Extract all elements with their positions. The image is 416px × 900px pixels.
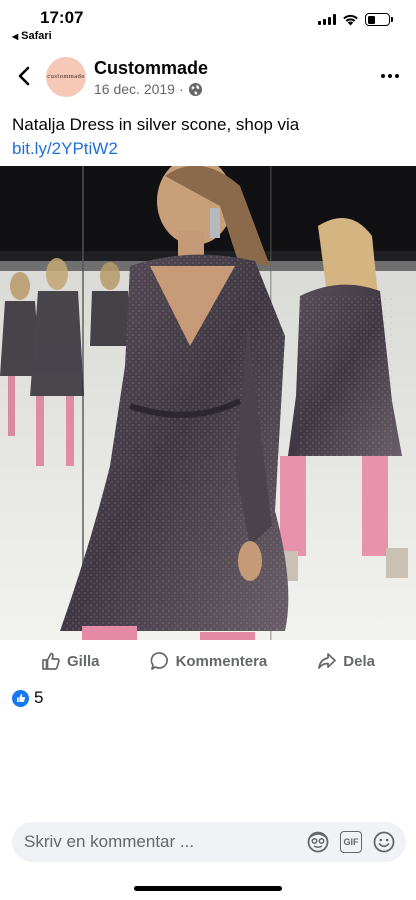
reaction-count: 5: [34, 688, 44, 707]
comment-label: Kommentera: [175, 652, 268, 670]
comment-button[interactable]: Kommentera: [150, 651, 268, 671]
post-actions: Gilla Kommentera Dela: [0, 644, 416, 678]
like-label: Gilla: [67, 652, 100, 670]
chevron-left-icon: [18, 66, 30, 86]
wifi-icon: [343, 14, 358, 25]
post-header: custommade Custommade 16 dec. 2019 ·: [0, 54, 416, 102]
share-arrow-icon: [318, 653, 337, 669]
gif-icon[interactable]: GIF: [340, 831, 362, 853]
back-button[interactable]: [12, 64, 36, 88]
like-reaction-icon: [12, 689, 29, 707]
back-to-safari[interactable]: ◀ Safari: [12, 30, 52, 42]
page-name[interactable]: Custommade: [94, 58, 208, 79]
globe-icon: [188, 82, 202, 96]
like-button[interactable]: Gilla: [41, 651, 100, 671]
fashion-photo-illustration: [0, 166, 416, 640]
page-avatar[interactable]: custommade: [46, 57, 86, 97]
thumbs-up-icon: [42, 652, 60, 670]
back-app-label: Safari: [21, 30, 52, 42]
comment-bar: Skriv en kommentar ... GIF: [12, 822, 406, 862]
post-text: Natalja Dress in silver scone, shop via …: [12, 113, 392, 161]
post-date[interactable]: 16 dec. 2019: [94, 81, 175, 97]
share-label: Dela: [343, 652, 375, 670]
post-text-body: Natalja Dress in silver scone, shop via: [12, 115, 300, 134]
emoji-icon[interactable]: [372, 830, 396, 854]
gif-text: GIF: [343, 837, 359, 847]
back-triangle-icon: ◀: [12, 31, 19, 41]
avatar-logo-text: custommade: [47, 74, 85, 80]
cellular-signal-icon: [318, 14, 336, 25]
comment-input[interactable]: Skriv en kommentar ...: [24, 832, 306, 852]
status-bar: 17:07 ◀ Safari: [0, 0, 416, 50]
avatar-sticker-icon[interactable]: [306, 830, 330, 854]
status-time: 17:07: [40, 8, 84, 27]
status-icons: [318, 13, 393, 26]
more-options-button[interactable]: [378, 64, 402, 88]
post-link[interactable]: bit.ly/2YPtiW2: [12, 139, 118, 158]
reactions-summary[interactable]: 5: [12, 688, 43, 708]
comment-bubble-icon: [150, 652, 168, 670]
post-photo[interactable]: [0, 166, 416, 640]
post-meta: 16 dec. 2019 ·: [94, 81, 203, 97]
meta-separator: ·: [178, 81, 184, 97]
home-indicator[interactable]: [134, 886, 282, 891]
battery-icon: [365, 13, 393, 26]
comment-icons: GIF: [306, 830, 396, 854]
share-button[interactable]: Dela: [317, 651, 375, 671]
